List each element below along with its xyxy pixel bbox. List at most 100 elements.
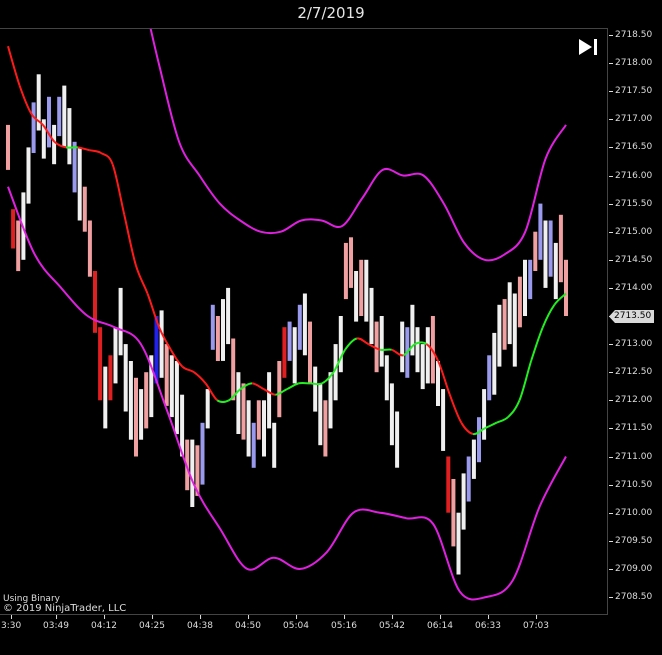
price-bar xyxy=(425,327,430,384)
price-bar xyxy=(471,439,476,479)
price-bar xyxy=(190,439,195,507)
current-price-marker: 2713.50 xyxy=(609,310,655,323)
price-bar xyxy=(272,422,277,468)
chart-title: 2/7/2019 xyxy=(297,4,365,22)
price-bar xyxy=(497,304,502,367)
price-bar xyxy=(338,316,343,373)
price-bar xyxy=(318,383,323,446)
price-bar xyxy=(251,422,256,468)
price-bar xyxy=(6,124,10,170)
price-bar xyxy=(466,456,471,502)
price-bar xyxy=(93,271,97,333)
chart-window[interactable]: 2/7/2019 2718.50 2718.00 2717.50 2717.00 271… xyxy=(0,0,662,655)
price-bar xyxy=(123,344,128,412)
moving-average-segment xyxy=(310,382,323,386)
moving-average-segment xyxy=(251,382,265,390)
moving-average-segment xyxy=(18,85,33,115)
price-chart[interactable] xyxy=(0,28,608,615)
price-bar xyxy=(200,422,205,485)
time-tick-label: 06:33 xyxy=(475,615,501,631)
price-bar xyxy=(451,479,456,547)
price-bar xyxy=(241,383,246,440)
time-tick-label: 04:50 xyxy=(235,615,261,631)
price-bar xyxy=(231,338,236,401)
moving-average-segment xyxy=(414,341,428,346)
price-tick-label: 2711.00 xyxy=(609,451,652,463)
price-bar xyxy=(482,389,487,440)
price-tick-label: 2718.50 xyxy=(609,29,652,41)
price-bar xyxy=(502,299,507,350)
price-bar xyxy=(87,220,92,277)
price-bar xyxy=(113,327,118,384)
moving-average-segment xyxy=(146,293,161,328)
time-tick-label: 04:12 xyxy=(91,615,117,631)
moving-average-segment xyxy=(7,45,21,86)
price-bar xyxy=(205,389,210,429)
moving-average-segment xyxy=(181,365,195,374)
price-bar xyxy=(512,293,517,367)
price-bar xyxy=(359,259,364,316)
price-bar xyxy=(441,389,446,451)
price-tick-label: 2713.00 xyxy=(609,338,652,350)
moving-average-segment xyxy=(89,149,102,154)
price-bar xyxy=(323,400,328,457)
price-tick-label: 2709.50 xyxy=(609,535,652,547)
moving-average-segment xyxy=(495,416,509,424)
price-bar xyxy=(267,372,272,429)
price-bar xyxy=(389,383,394,446)
price-bar xyxy=(538,203,543,260)
price-bar xyxy=(492,332,497,395)
price-bar xyxy=(72,141,77,193)
time-axis[interactable]: 3:30 03:49 04:12 04:25 04:38 04:50 05:04 05:16 0… xyxy=(0,615,608,655)
price-bar xyxy=(313,366,318,412)
price-bar xyxy=(328,372,333,429)
price-bar xyxy=(128,361,133,440)
moving-average-segment xyxy=(193,371,207,385)
price-bar xyxy=(62,85,67,148)
price-bar xyxy=(349,237,353,288)
price-bar xyxy=(169,355,174,418)
moving-average-segment xyxy=(344,337,358,351)
moving-average-segment xyxy=(379,348,392,351)
price-bar xyxy=(461,473,466,530)
price-bar xyxy=(164,344,169,406)
time-tick-label: 05:42 xyxy=(379,615,405,631)
price-bar xyxy=(523,259,527,316)
price-tick-label: 2712.00 xyxy=(609,394,652,406)
price-bar xyxy=(282,327,287,378)
price-bar xyxy=(354,271,359,322)
price-bar xyxy=(67,108,72,165)
price-bar xyxy=(292,327,297,384)
price-tick-label: 2715.50 xyxy=(609,198,652,210)
price-tick-label: 2717.50 xyxy=(609,85,652,97)
price-bar xyxy=(343,242,348,300)
price-tick-label: 2712.50 xyxy=(609,366,652,378)
price-bar xyxy=(103,366,108,429)
price-bar xyxy=(134,377,138,457)
price-bar xyxy=(118,287,123,356)
price-tick-label: 2710.50 xyxy=(609,479,652,491)
upper-band-line xyxy=(149,29,567,262)
price-bar xyxy=(415,327,420,373)
price-bar xyxy=(174,361,179,435)
time-tick-label: 3:30 xyxy=(1,615,22,631)
moving-average-segment xyxy=(518,360,533,401)
price-bar xyxy=(517,276,522,328)
price-bar xyxy=(256,400,261,440)
price-bar xyxy=(98,327,103,401)
price-bar xyxy=(543,220,548,288)
price-bar xyxy=(26,147,31,204)
price-bar xyxy=(77,147,82,221)
price-bar xyxy=(246,400,251,457)
price-bar xyxy=(215,316,220,361)
price-bar xyxy=(553,242,558,300)
price-bar xyxy=(139,389,144,440)
price-tick-label: 2717.00 xyxy=(609,113,652,125)
price-bar xyxy=(384,355,389,401)
price-bar xyxy=(297,304,302,350)
moving-average-segment xyxy=(123,214,137,266)
price-tick-label: 2711.50 xyxy=(609,422,652,434)
price-bar xyxy=(456,512,461,575)
skip-to-end-icon[interactable] xyxy=(577,37,601,57)
price-bar xyxy=(16,220,21,272)
